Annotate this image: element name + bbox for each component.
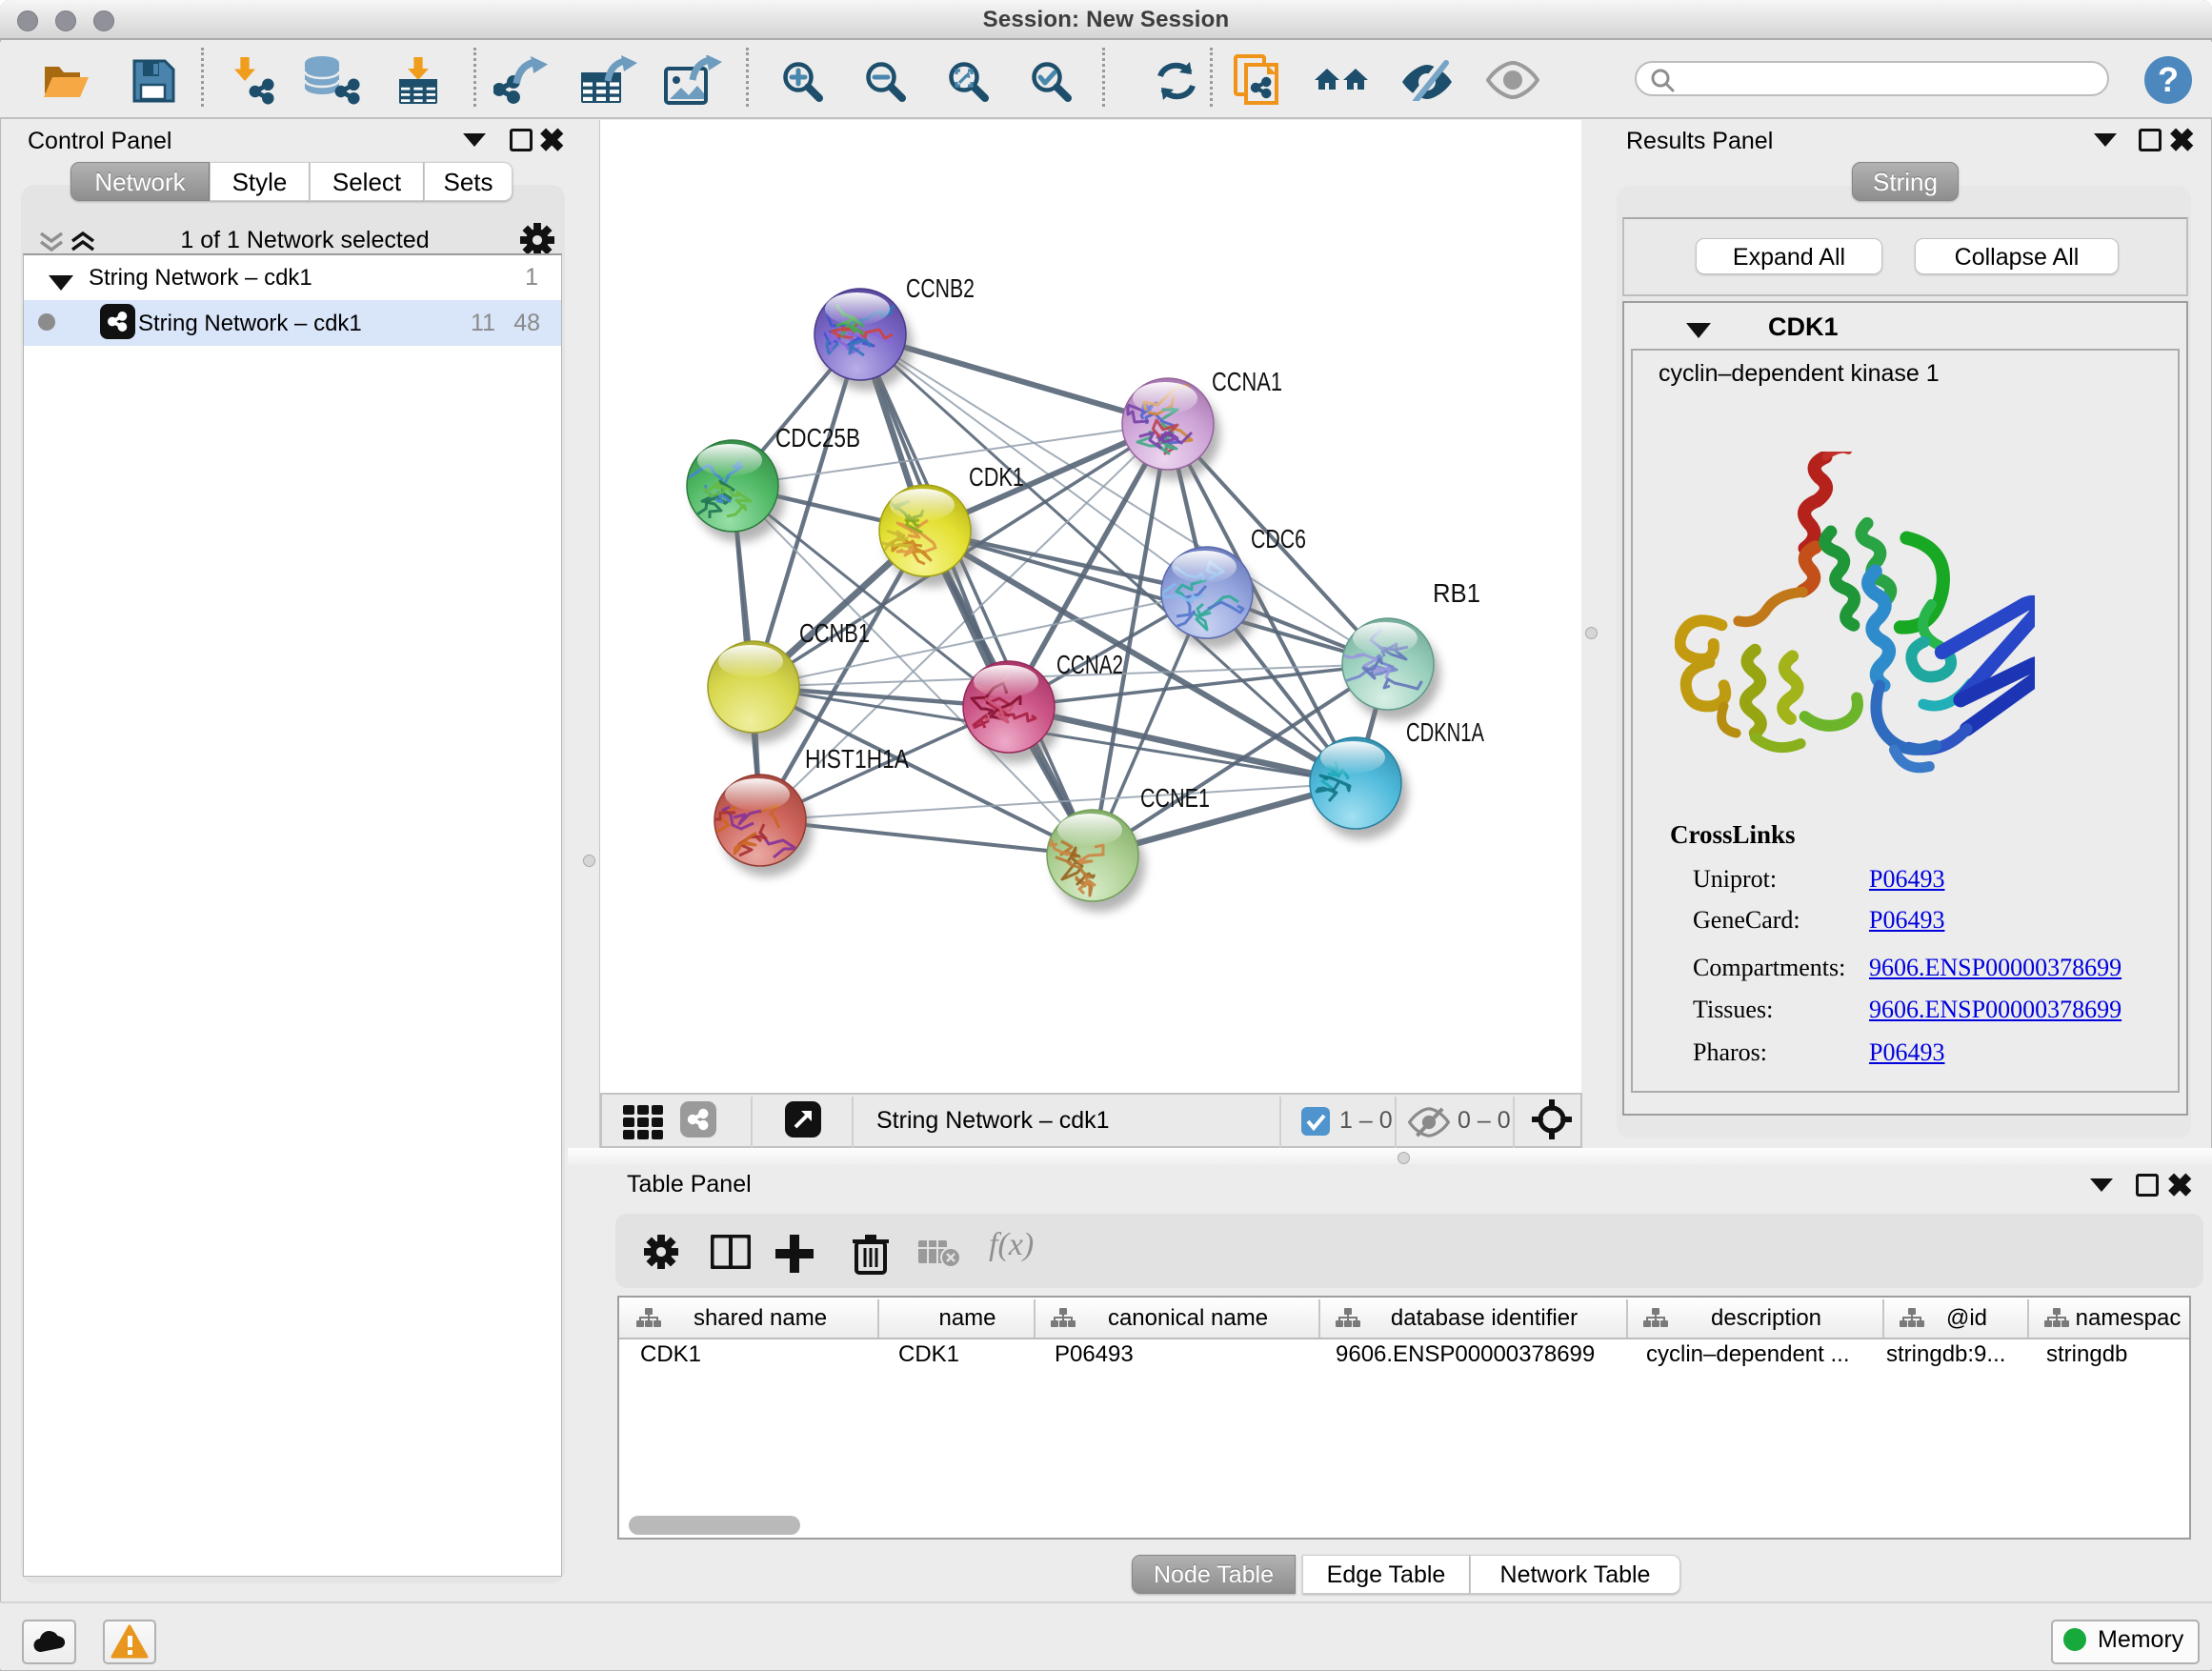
svg-text:CDC25B: CDC25B: [775, 423, 860, 453]
svg-text:RB1: RB1: [1433, 578, 1480, 608]
svg-text:CDKN1A: CDKN1A: [1406, 717, 1484, 747]
svg-text:HIST1H1A: HIST1H1A: [805, 744, 909, 774]
svg-text:CCNB1: CCNB1: [799, 618, 870, 648]
svg-text:CDC6: CDC6: [1251, 524, 1306, 554]
svg-text:?: ?: [2158, 60, 2179, 99]
svg-text:CDK1: CDK1: [969, 462, 1024, 492]
svg-text:CCNA2: CCNA2: [1056, 650, 1123, 679]
svg-text:CCNE1: CCNE1: [1140, 783, 1210, 813]
svg-text:CCNB2: CCNB2: [906, 273, 975, 303]
svg-text:CCNA1: CCNA1: [1212, 367, 1282, 396]
